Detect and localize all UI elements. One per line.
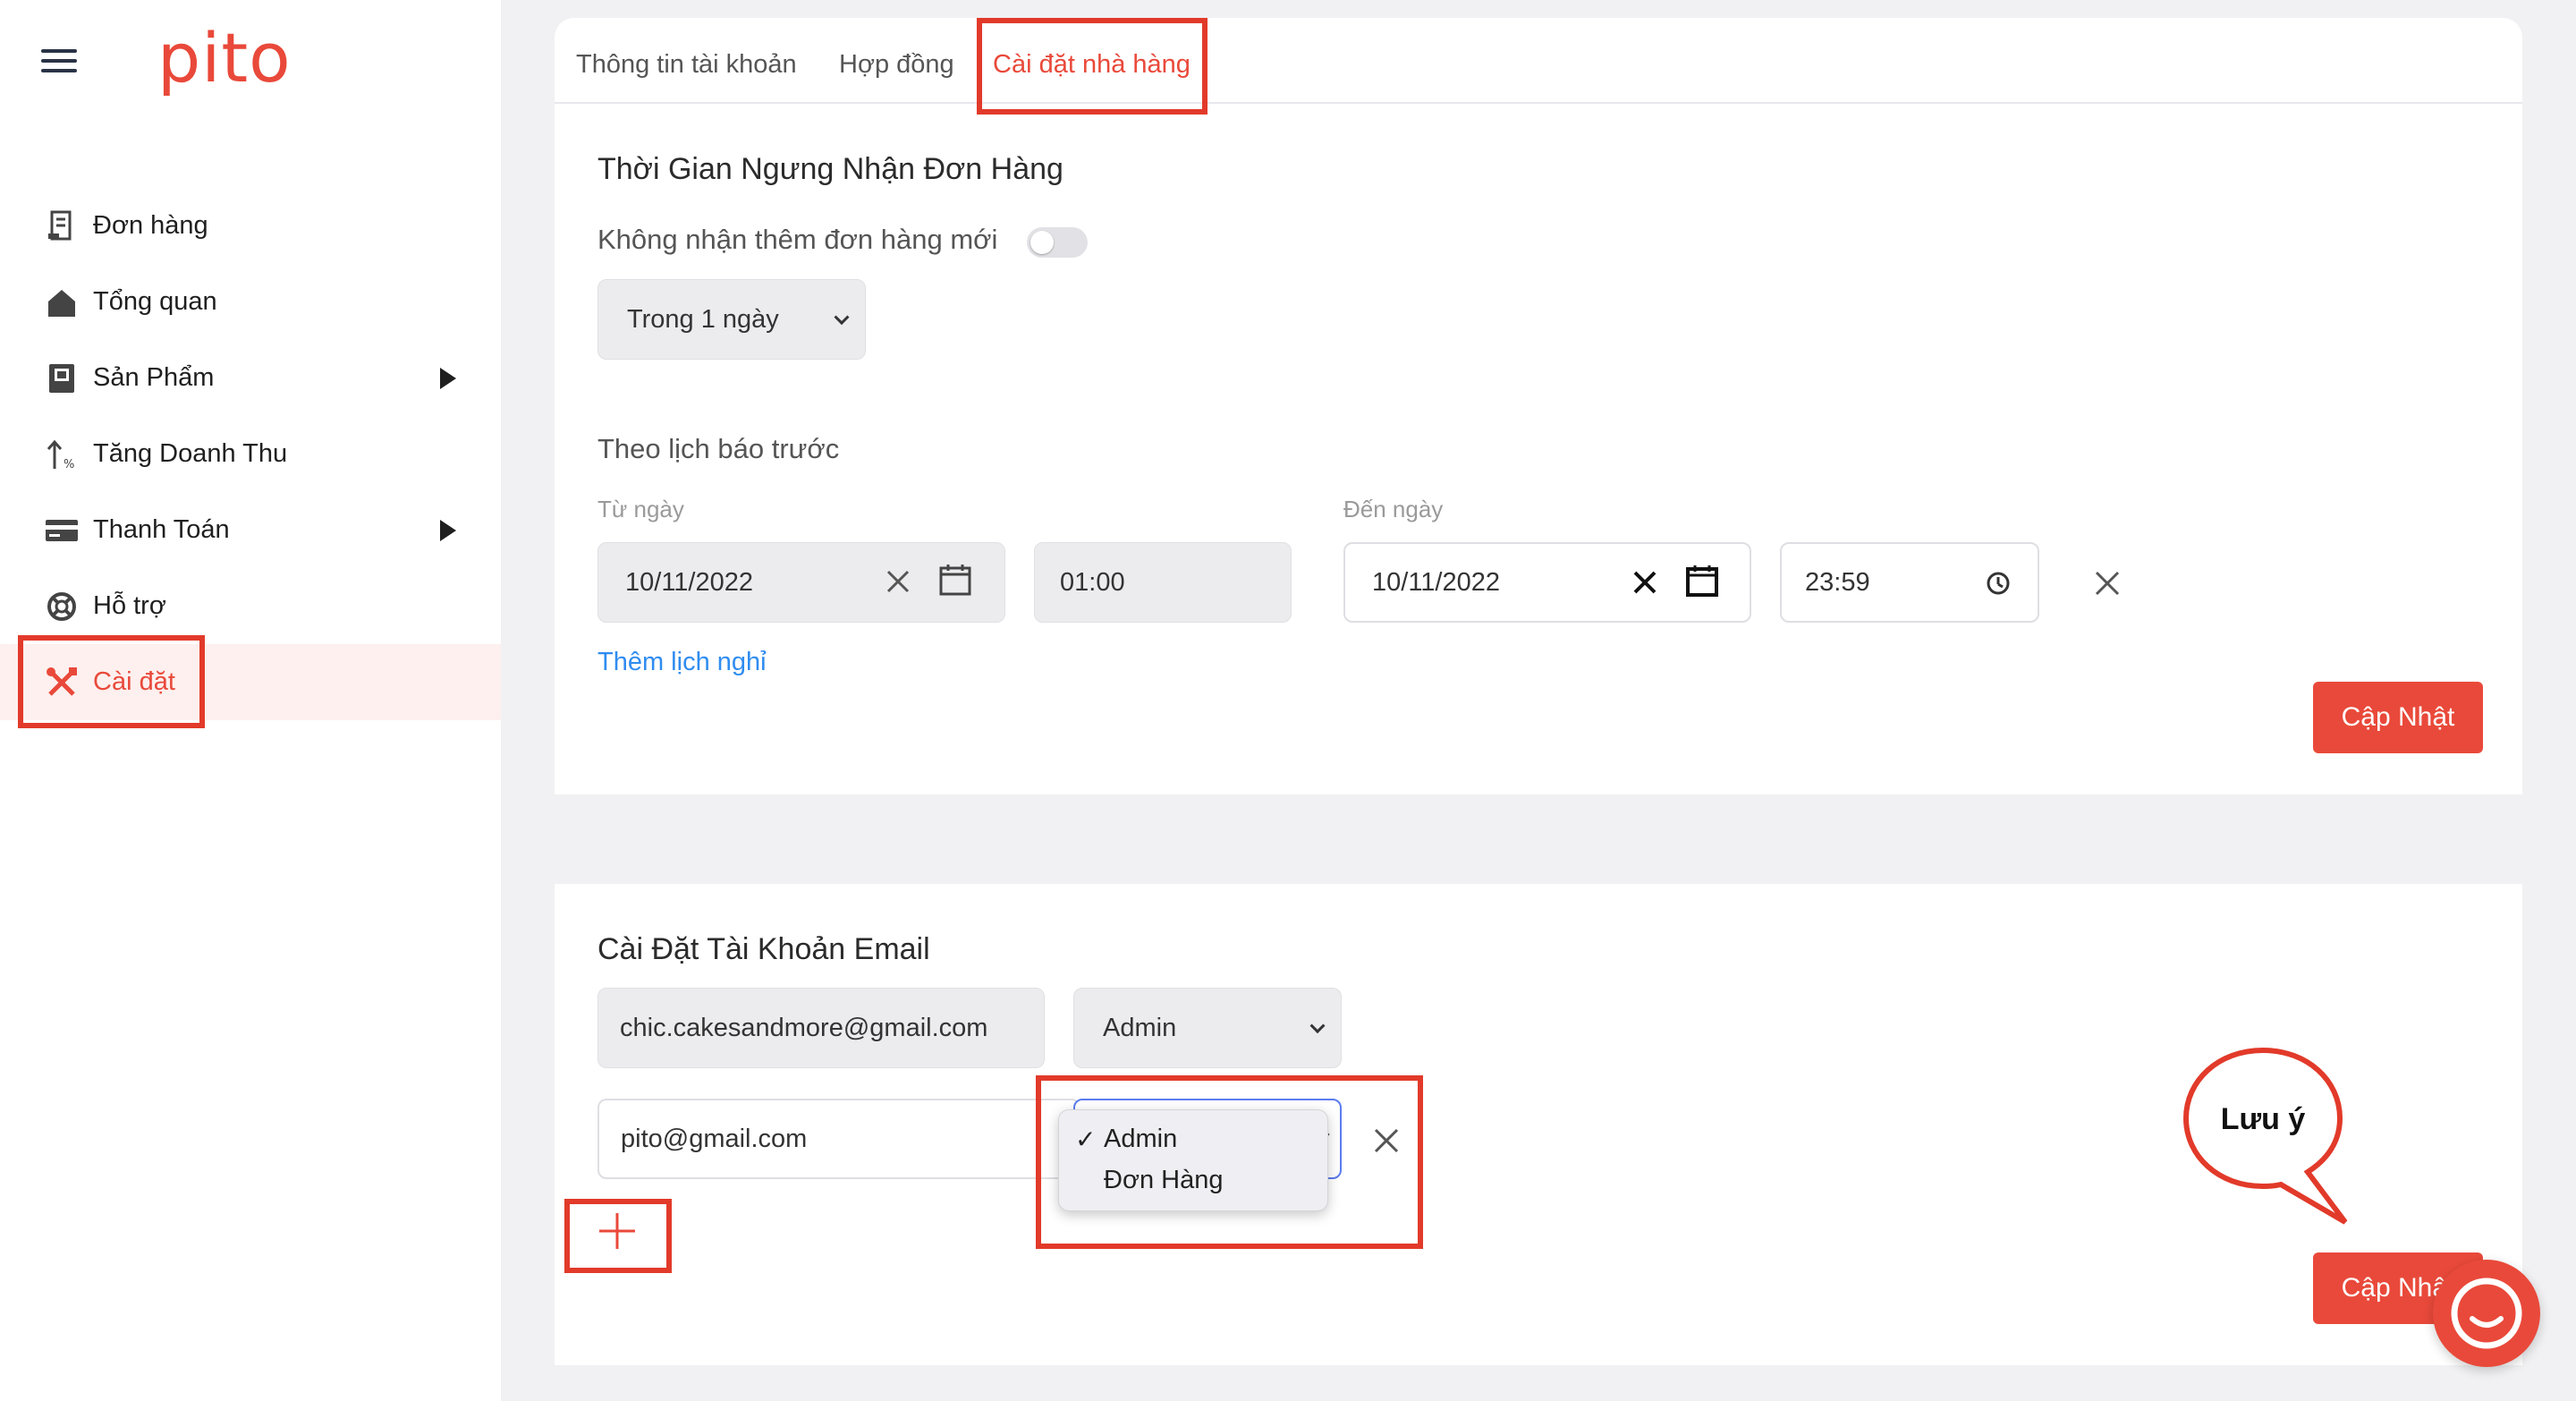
sidebar-item-label: Đơn hàng bbox=[93, 211, 208, 240]
highlight-box-tab bbox=[977, 18, 1208, 115]
tab-contract[interactable]: Hợp đồng bbox=[839, 50, 954, 80]
pause-duration-select[interactable]: Trong 1 ngày bbox=[597, 279, 866, 360]
to-date-label: Đến ngày bbox=[1343, 496, 1444, 522]
highlight-box-role bbox=[1036, 1075, 1423, 1249]
trend-up-icon: % bbox=[45, 437, 79, 471]
role-value: Admin bbox=[1103, 1013, 1177, 1042]
pause-duration-value: Trong 1 ngày bbox=[627, 304, 779, 334]
from-date-value: 10/11/2022 bbox=[625, 567, 753, 597]
submenu-arrow-icon[interactable] bbox=[440, 368, 456, 389]
highlight-box-add bbox=[564, 1199, 672, 1273]
sidebar-item-payment[interactable]: Thanh Toán bbox=[0, 492, 501, 568]
to-date-field[interactable]: 10/11/2022 bbox=[1343, 542, 1751, 623]
book-icon bbox=[45, 361, 79, 395]
sidebar-item-support[interactable]: Hỗ trợ bbox=[0, 568, 501, 644]
sidebar-item-orders[interactable]: Đơn hàng bbox=[0, 188, 501, 264]
email-field[interactable]: chic.cakesandmore@gmail.com bbox=[597, 988, 1045, 1068]
sidebar-item-label: Hỗ trợ bbox=[93, 591, 166, 620]
to-date-value: 10/11/2022 bbox=[1372, 567, 1500, 597]
clear-icon[interactable] bbox=[885, 568, 911, 602]
pito-logo[interactable]: pito bbox=[157, 18, 292, 98]
clear-icon[interactable] bbox=[1631, 569, 1658, 603]
no-new-orders-label: Không nhận thêm đơn hàng mới bbox=[597, 224, 998, 255]
home-icon bbox=[45, 285, 79, 319]
sidebar-item-products[interactable]: Sản Phẩm bbox=[0, 340, 501, 416]
sidebar-item-revenue[interactable]: % Tăng Doanh Thu bbox=[0, 416, 501, 492]
highlight-box-settings bbox=[18, 635, 205, 728]
card-icon bbox=[45, 514, 79, 548]
from-date-field[interactable]: 10/11/2022 bbox=[597, 542, 1005, 623]
note-callout: Lưu ý bbox=[2182, 1047, 2348, 1225]
chevron-down-icon bbox=[834, 310, 850, 326]
svg-text:%: % bbox=[64, 458, 74, 471]
pause-section-title: Thời Gian Ngưng Nhận Đơn Hàng bbox=[597, 152, 1063, 186]
sidebar-item-label: Tăng Doanh Thu bbox=[93, 439, 288, 468]
from-time-value: 01:00 bbox=[1060, 567, 1125, 597]
tab-bar: Thông tin tài khoản Hợp đồng Cài đặt nhà… bbox=[555, 18, 2522, 104]
calendar-icon[interactable] bbox=[938, 563, 972, 604]
chat-widget-button[interactable] bbox=[2433, 1260, 2540, 1367]
to-time-field[interactable]: 23:59 bbox=[1780, 542, 2039, 623]
from-date-label: Từ ngày bbox=[597, 496, 684, 522]
calendar-icon[interactable] bbox=[1685, 564, 1719, 605]
email-value: pito@gmail.com bbox=[621, 1124, 808, 1153]
email-field[interactable]: pito@gmail.com bbox=[597, 1099, 1080, 1179]
no-new-orders-toggle[interactable] bbox=[1027, 227, 1088, 258]
receipt-icon bbox=[45, 209, 79, 243]
chevron-down-icon bbox=[1309, 1018, 1326, 1034]
remove-schedule-icon[interactable] bbox=[2093, 569, 2122, 601]
menu-icon[interactable] bbox=[41, 49, 77, 76]
sidebar-item-label: Sản Phẩm bbox=[93, 363, 215, 392]
sidebar-item-overview[interactable]: Tổng quan bbox=[0, 264, 501, 340]
tab-account-info[interactable]: Thông tin tài khoản bbox=[576, 50, 797, 80]
sidebar-item-label: Tổng quan bbox=[93, 287, 217, 316]
to-time-value: 23:59 bbox=[1805, 567, 1870, 597]
submenu-arrow-icon[interactable] bbox=[440, 520, 456, 541]
email-section-title: Cài Đặt Tài Khoản Email bbox=[597, 932, 930, 966]
note-callout-text: Lưu ý bbox=[2221, 1102, 2306, 1136]
restaurant-settings-card: Thông tin tài khoản Hợp đồng Cài đặt nhà… bbox=[555, 18, 2522, 794]
sidebar-item-label: Thanh Toán bbox=[93, 515, 230, 544]
update-button[interactable]: Cập Nhật bbox=[2313, 682, 2483, 753]
role-select[interactable]: Admin bbox=[1073, 988, 1342, 1068]
schedule-title: Theo lịch báo trước bbox=[597, 433, 840, 464]
lifebuoy-icon bbox=[45, 590, 79, 624]
clock-icon bbox=[1986, 571, 2011, 603]
add-schedule-link[interactable]: Thêm lịch nghỉ bbox=[597, 648, 767, 677]
email-value: chic.cakesandmore@gmail.com bbox=[620, 1013, 988, 1042]
chat-icon bbox=[2451, 1278, 2522, 1349]
from-time-field[interactable]: 01:00 bbox=[1034, 542, 1292, 623]
